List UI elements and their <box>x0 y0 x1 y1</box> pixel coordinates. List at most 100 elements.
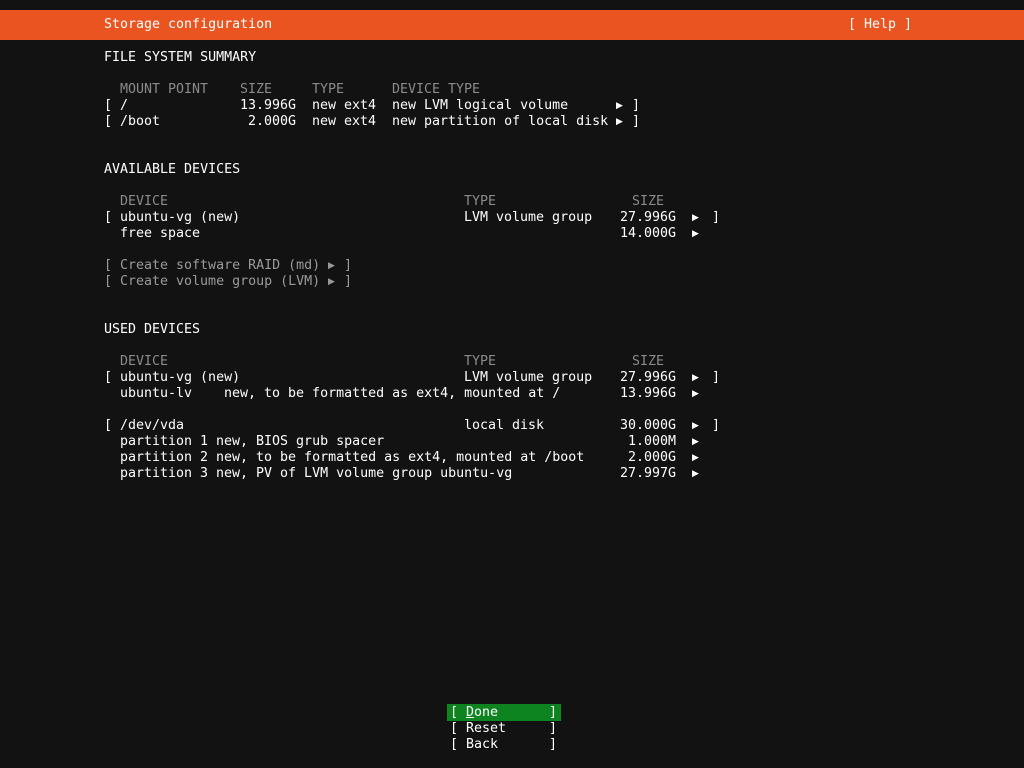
device-value: free space <box>120 226 201 241</box>
button-open-bracket: [ <box>450 705 459 720</box>
size-value: 27.997G <box>619 466 676 481</box>
size-value: 30.000G <box>619 418 676 433</box>
used-row-partition-3[interactable]: partition 3 new, PV of LVM volume group … <box>0 466 1024 482</box>
available-table-header: DEVICE TYPE SIZE <box>0 194 1024 210</box>
device-value: partition 3 <box>120 466 209 481</box>
row-menu-arrow-icon[interactable]: ▶ <box>692 418 699 434</box>
available-row-ubuntu-vg[interactable]: [ ubuntu-vg (new) LVM volume group 27.99… <box>0 210 1024 226</box>
device-type-value: new LVM logical volume <box>392 98 569 113</box>
col-size: SIZE <box>632 194 665 209</box>
available-section-title: AVAILABLE DEVICES <box>0 162 1024 178</box>
device-type-value: new partition of local disk <box>392 114 609 129</box>
row-open-bracket: [ <box>104 370 113 385</box>
filesystem-row-root[interactable]: [ / 13.996G new ext4 new LVM logical vol… <box>0 98 1024 114</box>
size-value: 13.996G <box>239 98 296 113</box>
filesystem-row-boot[interactable]: [ /boot 2.000G new ext4 new partition of… <box>0 114 1024 130</box>
device-description: new, PV of LVM volume group ubuntu-vg <box>216 466 513 481</box>
type-value: LVM volume group <box>464 210 593 225</box>
col-device: DEVICE <box>120 194 169 209</box>
row-menu-arrow-icon[interactable]: ▶ <box>692 434 699 450</box>
device-value: ubuntu-vg (new) <box>120 210 241 225</box>
type-value: LVM volume group <box>464 370 593 385</box>
device-value: ubuntu-vg (new) <box>120 370 241 385</box>
button-open-bracket: [ <box>450 721 459 736</box>
create-volume-group-button[interactable]: [ Create volume group (LVM) ▶ ] <box>0 274 1024 290</box>
row-close-bracket: ] <box>712 418 721 433</box>
used-row-dev-vda[interactable]: [ /dev/vda local disk 30.000G ▶ ] <box>0 418 1024 434</box>
type-value: new ext4 <box>312 114 377 129</box>
type-value: new ext4 <box>312 98 377 113</box>
row-menu-arrow-icon[interactable]: ▶ <box>692 466 699 482</box>
row-open-bracket: [ <box>104 418 113 433</box>
reset-button[interactable]: [ Reset ] <box>447 720 561 737</box>
size-value: 27.996G <box>619 370 676 385</box>
button-close-bracket: ] <box>548 721 557 736</box>
row-menu-arrow-icon[interactable]: ▶ <box>692 226 699 242</box>
create-raid-button[interactable]: [ Create software RAID (md) ▶ ] <box>0 258 1024 274</box>
row-close-bracket: ] <box>344 274 353 289</box>
section-title-text: USED DEVICES <box>104 322 201 337</box>
row-menu-arrow-icon[interactable]: ▶ <box>692 210 699 226</box>
size-value: 2.000G <box>627 450 676 465</box>
size-value: 27.996G <box>619 210 676 225</box>
size-value: 14.000G <box>619 226 676 241</box>
row-menu-arrow-icon[interactable]: ▶ <box>692 386 699 402</box>
col-device-type: DEVICE TYPE <box>392 82 481 97</box>
used-row-ubuntu-vg[interactable]: [ ubuntu-vg (new) LVM volume group 27.99… <box>0 370 1024 386</box>
mount-point-value: / <box>120 98 129 113</box>
available-row-free-space[interactable]: free space 14.000G ▶ <box>0 226 1024 242</box>
used-row-ubuntu-lv[interactable]: ubuntu-lv new, to be formatted as ext4, … <box>0 386 1024 402</box>
row-close-bracket: ] <box>632 114 641 129</box>
button-close-bracket: ] <box>548 737 557 752</box>
col-type: TYPE <box>464 354 497 369</box>
create-raid-label: Create software RAID (md) <box>120 258 321 273</box>
back-button[interactable]: [ Back ] <box>447 736 561 753</box>
row-menu-arrow-icon[interactable]: ▶ <box>616 114 623 130</box>
done-button[interactable]: [ Done ] <box>447 704 561 721</box>
help-button[interactable]: [ Help ] <box>848 10 912 40</box>
button-close-bracket: ] <box>548 705 557 720</box>
section-title-text: AVAILABLE DEVICES <box>104 162 241 177</box>
row-open-bracket: [ <box>104 98 113 113</box>
page-title: Storage configuration <box>104 17 273 32</box>
row-close-bracket: ] <box>344 258 353 273</box>
size-value: 1.000M <box>627 434 676 449</box>
row-menu-arrow-icon: ▶ <box>328 261 335 271</box>
row-close-bracket: ] <box>632 98 641 113</box>
row-menu-arrow-icon[interactable]: ▶ <box>692 450 699 466</box>
col-mount-point: MOUNT POINT <box>120 82 209 97</box>
row-open-bracket: [ <box>104 210 113 225</box>
storage-configuration-screen: Storage configuration [ Help ] FILE SYST… <box>0 0 1024 768</box>
row-open-bracket: [ <box>104 274 113 289</box>
device-value: ubuntu-lv <box>120 386 193 401</box>
used-section-title: USED DEVICES <box>0 322 1024 338</box>
create-volume-group-label: Create volume group (LVM) <box>120 274 321 289</box>
row-close-bracket: ] <box>712 370 721 385</box>
done-button-label: Done <box>466 705 499 720</box>
row-close-bracket: ] <box>712 210 721 225</box>
filesystem-table-header: MOUNT POINT SIZE TYPE DEVICE TYPE <box>0 82 1024 98</box>
device-description: new, to be formatted as ext4, mounted at… <box>224 386 561 401</box>
row-menu-arrow-icon: ▶ <box>328 277 335 287</box>
title-bar: Storage configuration [ Help ] <box>0 10 1024 40</box>
size-value: 13.996G <box>619 386 676 401</box>
row-open-bracket: [ <box>104 258 113 273</box>
col-device: DEVICE <box>120 354 169 369</box>
used-row-partition-1[interactable]: partition 1 new, BIOS grub spacer 1.000M… <box>0 434 1024 450</box>
device-description: new, BIOS grub spacer <box>216 434 385 449</box>
col-size: SIZE <box>240 82 273 97</box>
device-description: new, to be formatted as ext4, mounted at… <box>216 450 585 465</box>
col-type: TYPE <box>464 194 497 209</box>
mount-point-value: /boot <box>120 114 161 129</box>
size-value: 2.000G <box>247 114 296 129</box>
section-title-text: FILE SYSTEM SUMMARY <box>104 50 257 65</box>
device-value: partition 2 <box>120 450 209 465</box>
button-open-bracket: [ <box>450 737 459 752</box>
device-value: /dev/vda <box>120 418 185 433</box>
used-table-header: DEVICE TYPE SIZE <box>0 354 1024 370</box>
row-menu-arrow-icon[interactable]: ▶ <box>616 98 623 114</box>
back-button-label: Back <box>466 737 499 752</box>
row-menu-arrow-icon[interactable]: ▶ <box>692 370 699 386</box>
used-row-partition-2[interactable]: partition 2 new, to be formatted as ext4… <box>0 450 1024 466</box>
reset-button-label: Reset <box>466 721 507 736</box>
